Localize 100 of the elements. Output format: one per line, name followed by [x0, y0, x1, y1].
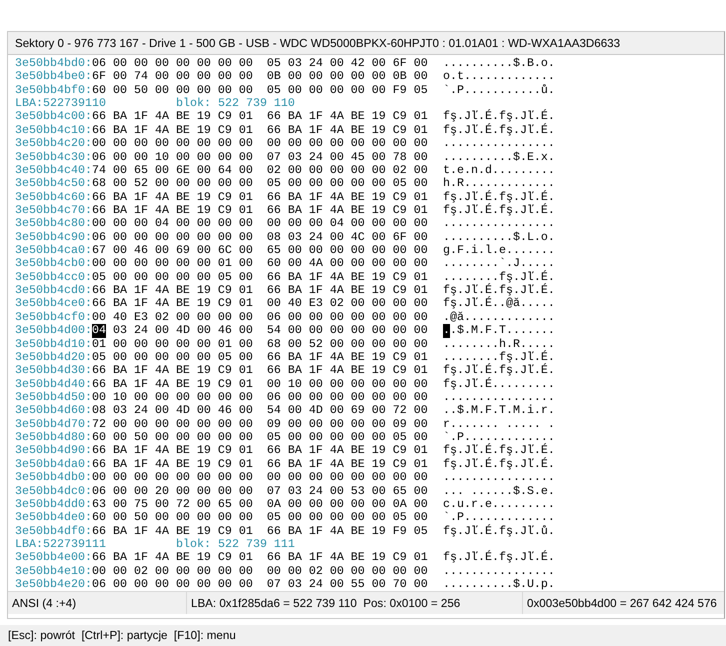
- ascii-text: fş.Jľ.É..@ă.....: [443, 297, 555, 311]
- ascii-text: .@ă.............: [443, 310, 555, 324]
- hex-bytes: 67 00 46 00 69 00 6C 00 65 00 00 00 00 00 00 00: [92, 244, 429, 258]
- address-label: 3e50bb4d70:: [15, 418, 92, 432]
- ascii-text: fş.Jľ.É.fş.Jľ.É.: [443, 110, 555, 124]
- hex-bytes: 66 BA 1F 4A BE 19 C9 01 66 BA 1F 4A BE 19 C9 01: [92, 551, 429, 565]
- address-label: 3e50bb4c40:: [15, 164, 92, 178]
- lba-label: LBA:522739110: [15, 97, 107, 110]
- ascii-text: `.P.............: [443, 511, 555, 524]
- ascii-text: ................: [443, 390, 555, 404]
- address-label: 3e50bb4be0:: [15, 70, 92, 84]
- hex-bytes: 06 00 00 00 00 00 00 00 07 03 24 00 55 00 70 00: [92, 578, 429, 591]
- address-label: 3e50bb4c00:: [15, 110, 92, 124]
- hex-bytes: 66 BA 1F 4A BE 19 C9 01 66 BA 1F 4A BE 19 C9 01: [92, 284, 429, 298]
- block-label: blok: 522 739 111: [176, 538, 295, 552]
- ascii-text: ................: [443, 217, 555, 231]
- offset-status: 0x003e50bb4d00 = 267 642 424 576: [526, 596, 718, 612]
- hex-bytes: 00 00 02 00 00 00 00 00 00 00 02 00 00 00 00 00: [92, 564, 429, 578]
- address-label: 3e50bb4d20:: [15, 350, 92, 364]
- ascii-text: ..........$.B.o.: [443, 57, 555, 70]
- ascii-text: fş.Jľ.É.fş.Jľ.É.: [443, 204, 555, 218]
- hex-bytes: 68 00 52 00 00 00 00 00 05 00 00 00 00 00 05 00: [92, 177, 429, 191]
- hex-bytes: 66 BA 1F 4A BE 19 C9 01 66 BA 1F 4A BE 19 C9 01: [92, 110, 429, 124]
- hex-bytes: 66 BA 1F 4A BE 19 C9 01 66 BA 1F 4A BE 19 C9 01: [92, 444, 429, 458]
- ascii-text: ..$.M.F.T.M.i.r.: [443, 404, 555, 418]
- hex-bytes: 06 00 00 00 00 00 00 00 05 03 24 00 42 00 6F 00: [92, 57, 429, 70]
- address-label: 3e50bb4cd0:: [15, 284, 92, 298]
- hex-bytes: 6F 00 74 00 00 00 00 00 0B 00 00 00 00 00 0B 00: [92, 70, 429, 84]
- hex-bytes: 66 BA 1F 4A BE 19 C9 01 00 10 00 00 00 00 00 00: [92, 378, 429, 391]
- address-label: 3e50bb4d30:: [15, 364, 92, 378]
- ascii-text: .$.M.F.T.......: [450, 324, 555, 338]
- ascii-text: ................: [443, 471, 555, 484]
- ascii-text: g.F.i.l.e.......: [443, 244, 555, 258]
- ascii-text: ..........$.L.o.: [443, 230, 555, 244]
- address-label: 3e50bb4df0:: [15, 524, 92, 538]
- ascii-text: ..........$.U.p.: [443, 578, 555, 591]
- address-label: 3e50bb4d80:: [15, 431, 92, 444]
- lba-label: LBA:522739111: [15, 538, 107, 552]
- address-label: 3e50bb4d40:: [15, 378, 92, 391]
- hex-bytes: 05 00 00 00 00 00 05 00 66 BA 1F 4A BE 19 C9 01: [92, 270, 429, 284]
- ascii-text: fş.Jľ.É.fş.Jľ.É.: [443, 458, 555, 472]
- hex-bytes: 72 00 00 00 00 00 00 00 09 00 00 00 00 00 09 00: [92, 418, 429, 432]
- address-label: 3e50bb4ca0:: [15, 244, 92, 258]
- ascii-text: r....... ..... .: [443, 418, 555, 432]
- hex-bytes: 01 00 00 00 00 00 01 00 68 00 52 00 00 00 00 00: [92, 338, 429, 351]
- hex-bytes: 00 10 00 00 00 00 00 00 06 00 00 00 00 00 00 00: [92, 390, 429, 404]
- hex-bytes: 60 00 50 00 00 00 00 00 05 00 00 00 00 00 05 00: [92, 431, 429, 444]
- hex-bytes: 03 24 00 4D 00 46 00 54 00 00 00 00 00 00 00: [113, 324, 428, 338]
- cursor-byte[interactable]: 04: [92, 324, 106, 338]
- ascii-text: c.u.r.e.........: [443, 498, 555, 512]
- address-label: 3e50bb4c30:: [15, 150, 92, 164]
- encoding-status: ANSI (4 :+4): [8, 592, 187, 614]
- ascii-text: `.P...........ů.: [443, 84, 555, 98]
- hex-bytes: 08 03 24 00 4D 00 46 00 54 00 4D 00 69 00 72 00: [92, 404, 429, 418]
- hex-bytes: 66 BA 1F 4A BE 19 C9 01 66 BA 1F 4A BE 19 C9 01: [92, 458, 429, 472]
- address-label: 3e50bb4c80:: [15, 217, 92, 231]
- ascii-text: h.R.............: [443, 177, 555, 190]
- address-label: 3e50bb4da0:: [15, 458, 92, 472]
- ascii-text: fş.Jľ.É.fş.Jľ.É.: [443, 190, 555, 204]
- address-label: 3e50bb4db0:: [15, 471, 92, 484]
- hex-bytes: 00 00 00 00 00 00 00 00 00 00 00 00 00 00 00 00: [92, 471, 429, 484]
- hex-bytes: 60 00 50 00 00 00 00 00 05 00 00 00 00 00 05 00: [92, 511, 429, 525]
- address-label: 3e50bb4d90:: [15, 444, 92, 458]
- hex-bytes: 74 00 65 00 6E 00 64 00 02 00 00 00 00 00 02 00: [92, 164, 429, 178]
- address-label: 3e50bb4e10:: [15, 564, 92, 578]
- ascii-text: fş.Jľ.É.fş.Jľ.É.: [443, 364, 555, 378]
- ascii-text: ........h.R.....: [443, 338, 555, 351]
- hex-bytes: 66 BA 1F 4A BE 19 C9 01 66 BA 1F 4A BE 19 C9 01: [92, 204, 429, 218]
- ascii-text: ........fş.Jľ.É.: [443, 270, 555, 284]
- hex-bytes: 66 BA 1F 4A BE 19 C9 01 66 BA 1F 4A BE 19 F9 05: [92, 524, 429, 538]
- ascii-text: fş.Jľ.É.fş.Jľ.É.: [443, 124, 555, 138]
- hex-bytes: 66 BA 1F 4A BE 19 C9 01 66 BA 1F 4A BE 19 C9 01: [92, 364, 429, 378]
- address-label: 3e50bb4c70:: [15, 204, 92, 218]
- address-label: 3e50bb4dc0:: [15, 484, 92, 498]
- address-label: 3e50bb4c10:: [15, 124, 92, 138]
- address-label: 3e50bb4d60:: [15, 404, 92, 418]
- address-label: 3e50bb4c90:: [15, 230, 92, 244]
- ascii-text: t.e.n.d.........: [443, 164, 555, 178]
- hex-bytes: 66 BA 1F 4A BE 19 C9 01 66 BA 1F 4A BE 19 C9 01: [92, 124, 429, 138]
- address-label: 3e50bb4ce0:: [15, 297, 92, 311]
- ascii-text: ................: [443, 564, 555, 578]
- address-label: 3e50bb4cc0:: [15, 270, 92, 284]
- block-label: blok: 522 739 110: [176, 97, 295, 110]
- hex-bytes: 63 00 75 00 72 00 65 00 0A 00 00 00 00 00 0A 00: [92, 498, 429, 512]
- address-label: 3e50bb4bf0:: [15, 84, 92, 98]
- cursor-char: .: [443, 324, 450, 338]
- address-label: 3e50bb4bd0:: [15, 57, 92, 70]
- position-status: LBA: 0x1f285da6 = 522 739 110 Pos: 0x0100 = 256: [187, 592, 523, 614]
- address-label: 3e50bb4e00:: [15, 551, 92, 565]
- ascii-text: ........`.J.....: [443, 257, 555, 270]
- address-label: 3e50bb4c50:: [15, 177, 92, 191]
- address-label: 3e50bb4cb0:: [15, 257, 92, 271]
- window-title: Sektory 0 - 976 773 167 - Drive 1 - 500 GB - USB - WDC WD5000BPKX-60HPJT0 : 01.01A01 : WD-WXA1AA3D6633: [15, 36, 620, 50]
- hex-bytes: 06 00 00 00 00 00 00 00 08 03 24 00 4C 00 6F 00: [92, 230, 429, 244]
- hex-bytes: 06 00 00 10 00 00 00 00 07 03 24 00 45 00 78 00: [92, 150, 429, 164]
- address-label: 3e50bb4c20:: [15, 137, 92, 151]
- hex-bytes: 00 00 00 04 00 00 00 00 00 00 00 04 00 00 00 00: [92, 217, 429, 231]
- address-label: 3e50bb4d00:: [15, 324, 92, 338]
- hex-bytes: 60 00 50 00 00 00 00 00 05 00 00 00 00 00 F9 05: [92, 84, 429, 98]
- hex-bytes: 06 00 00 20 00 00 00 00 07 03 24 00 53 00 65 00: [92, 484, 429, 498]
